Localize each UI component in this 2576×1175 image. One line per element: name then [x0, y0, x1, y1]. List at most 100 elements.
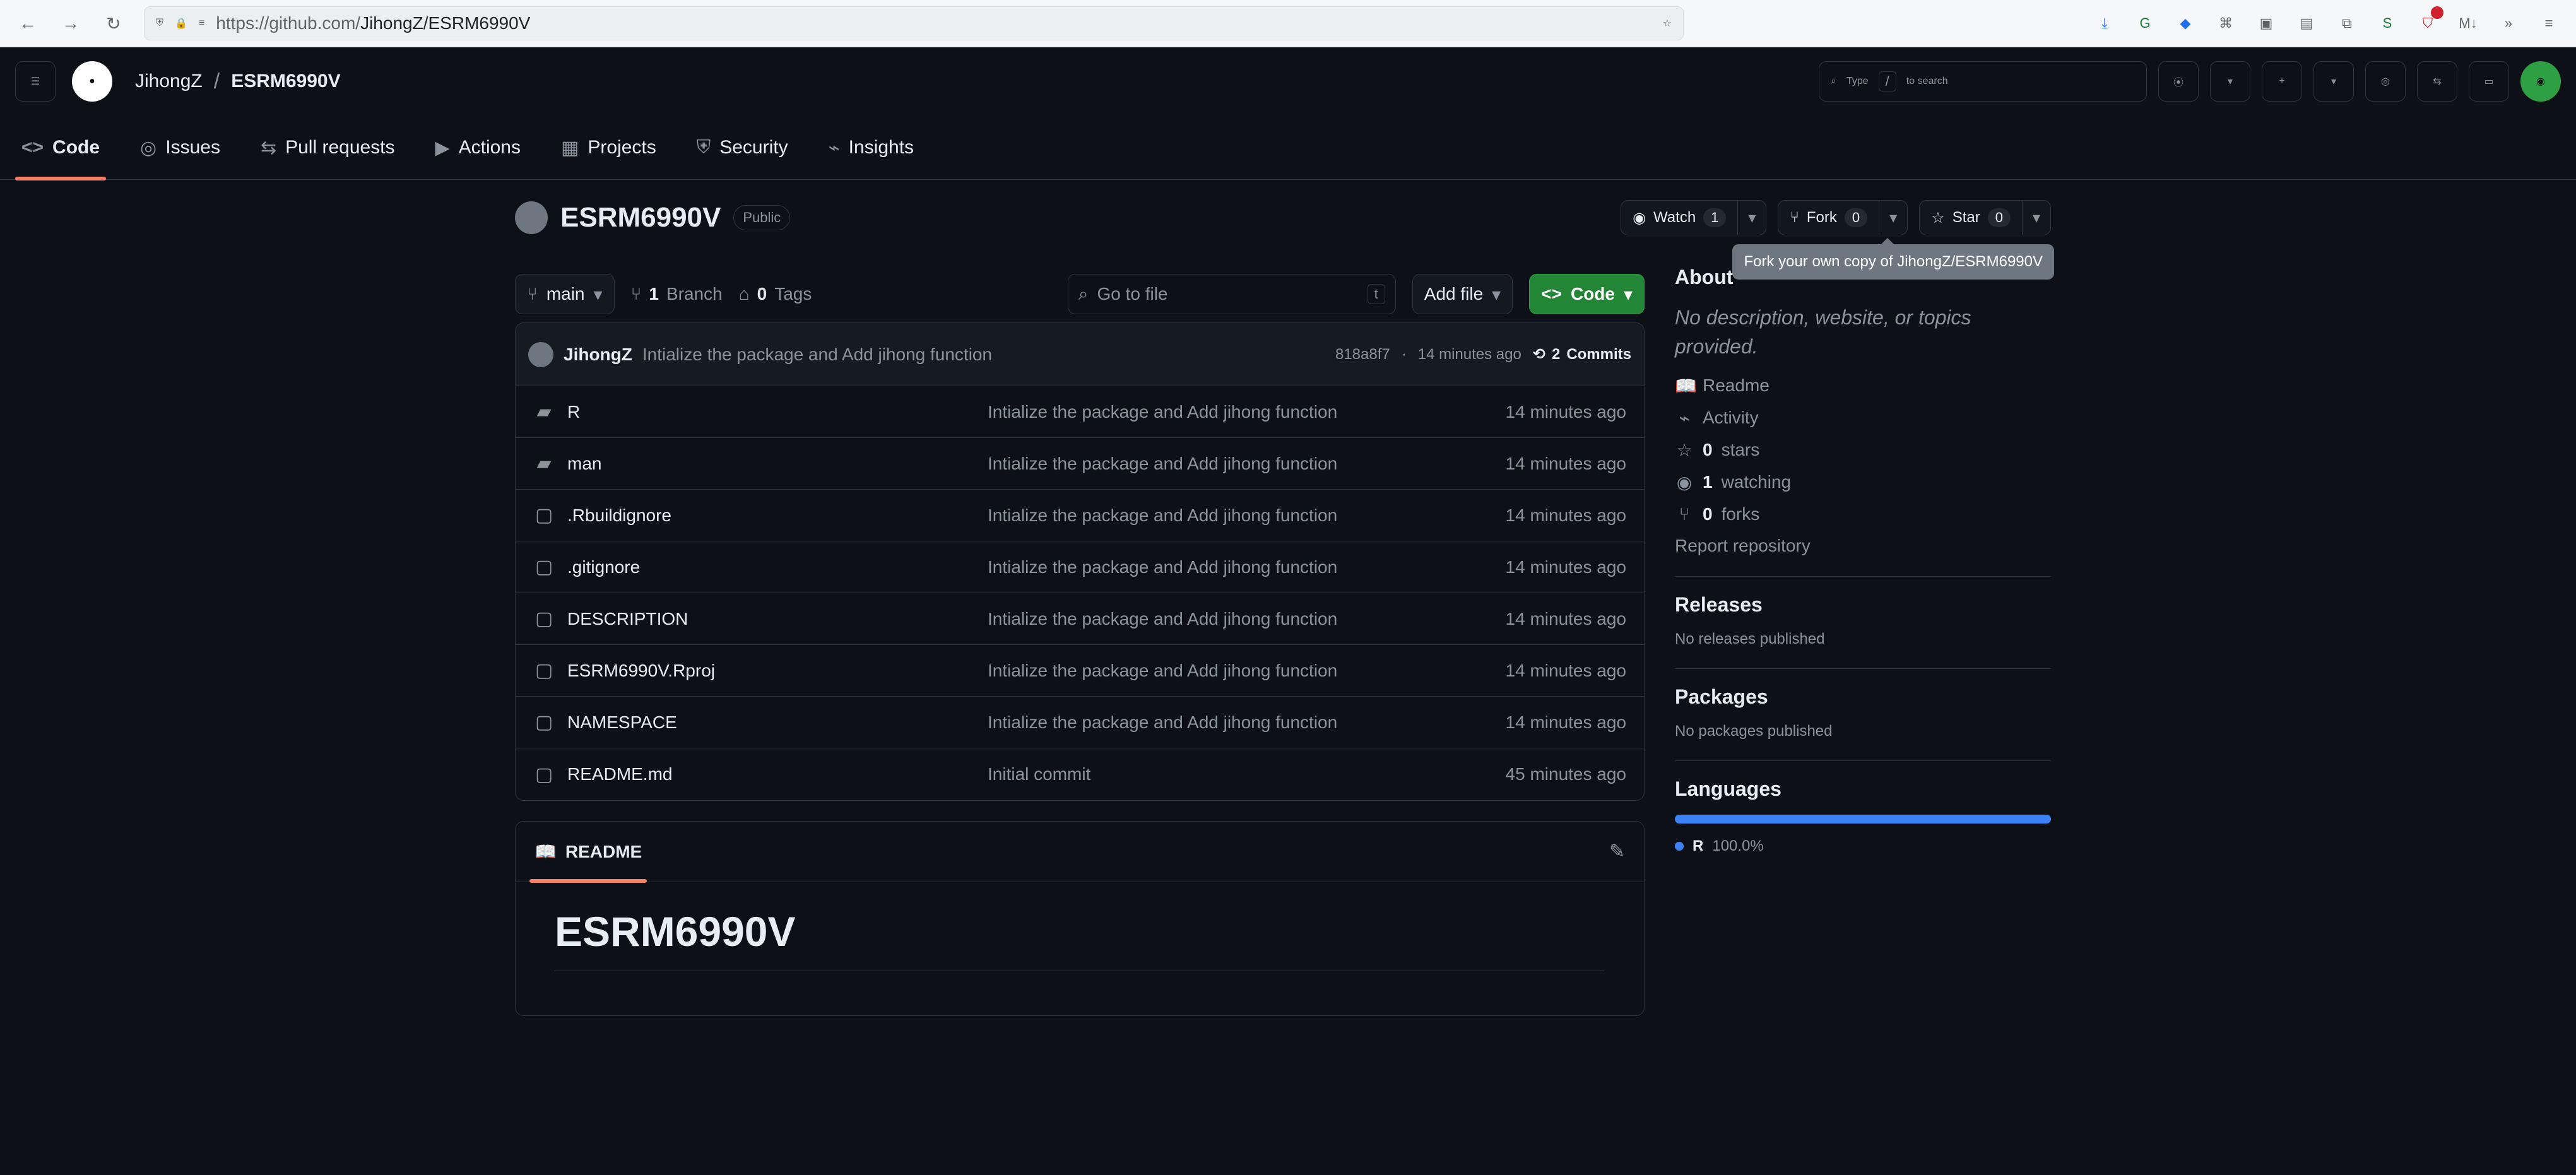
repo-owner-avatar[interactable]	[515, 201, 548, 234]
github-logo-icon[interactable]: ●	[72, 61, 112, 102]
bookmark-star-icon[interactable]: ☆	[1663, 17, 1672, 30]
file-commit-message[interactable]: Intialize the package and Add jihong fun…	[988, 712, 1462, 733]
menu-icon[interactable]: ≡	[2537, 11, 2561, 35]
ublock-icon[interactable]: ⛉	[2416, 6, 2443, 35]
address-bar[interactable]: ⛨ 🔒 ≡ https://github.com/JihongZ/ESRM699…	[144, 6, 1684, 40]
tab-code[interactable]: <> Code	[15, 115, 107, 180]
table-row[interactable]: ▢ .gitignore Intialize the package and A…	[516, 541, 1644, 593]
table-row[interactable]: ▰ man Intialize the package and Add jiho…	[516, 438, 1644, 490]
puzzle-icon[interactable]: ⧉	[2335, 11, 2359, 35]
owner-link[interactable]: JihongZ	[135, 71, 203, 92]
file-name[interactable]: man	[567, 454, 601, 474]
about-watching-link[interactable]: ◉ 1 watching	[1675, 472, 2051, 493]
readme-tab[interactable]: 📖 README	[529, 822, 647, 883]
copilot-menu-chevron-icon[interactable]: ▾	[2210, 61, 2250, 102]
commit-user[interactable]: JihongZ	[564, 345, 632, 365]
download-icon[interactable]: ⤓	[2093, 11, 2117, 35]
graph-icon: ⌁	[828, 137, 840, 158]
more-tools-icon[interactable]: »	[2496, 11, 2520, 35]
watch-button[interactable]: ◉ Watch 1	[1621, 201, 1737, 235]
file-commit-message[interactable]: Intialize the package and Add jihong fun…	[988, 609, 1462, 629]
file-commit-message[interactable]: Intialize the package and Add jihong fun…	[988, 661, 1462, 681]
extension-diamond-icon[interactable]: ◆	[2173, 11, 2197, 35]
about-stars-link[interactable]: ☆ 0 stars	[1675, 440, 2051, 461]
table-row[interactable]: ▢ ESRM6990V.Rproj Intialize the package …	[516, 645, 1644, 697]
about-forks-link[interactable]: ⑂ 0 forks	[1675, 504, 2051, 524]
fork-dropdown-chevron-icon[interactable]: ▾	[1879, 201, 1907, 235]
about-readme-link[interactable]: 📖 Readme	[1675, 375, 2051, 396]
extension-box-icon[interactable]: ▣	[2254, 11, 2278, 35]
table-row[interactable]: ▢ DESCRIPTION Intialize the package and …	[516, 593, 1644, 645]
file-name[interactable]: R	[567, 402, 580, 422]
branch-selector[interactable]: ⑂ main ▾	[515, 274, 615, 314]
user-avatar[interactable]: ◉	[2520, 61, 2561, 102]
copilot-icon[interactable]: ⦿	[2158, 61, 2199, 102]
file-commit-message[interactable]: Intialize the package and Add jihong fun…	[988, 402, 1462, 422]
tab-insights[interactable]: ⌁ Insights	[822, 115, 920, 180]
tags-link[interactable]: ⌂ 0 Tags	[739, 284, 812, 304]
commit-hash[interactable]: 818a8f7	[1335, 346, 1390, 363]
watch-dropdown-chevron-icon[interactable]: ▾	[1737, 201, 1766, 235]
tab-security[interactable]: ⛨ Security	[690, 115, 795, 180]
file-commit-message[interactable]: Intialize the package and Add jihong fun…	[988, 557, 1462, 577]
pull-requests-icon[interactable]: ⇆	[2417, 61, 2457, 102]
add-file-button[interactable]: Add file ▾	[1412, 274, 1513, 314]
hamburger-icon[interactable]: ☰	[15, 61, 56, 102]
commit-message[interactable]: Intialize the package and Add jihong fun…	[642, 345, 992, 365]
key-icon[interactable]: ⌘	[2214, 11, 2238, 35]
about-activity-link[interactable]: ⌁ Activity	[1675, 408, 2051, 428]
star-dropdown-chevron-icon[interactable]: ▾	[2021, 201, 2050, 235]
file-name[interactable]: .Rbuildignore	[567, 505, 671, 526]
repo-link[interactable]: ESRM6990V	[231, 71, 340, 92]
file-name[interactable]: ESRM6990V.Rproj	[567, 661, 715, 681]
create-menu-chevron-icon[interactable]: ▾	[2313, 61, 2354, 102]
repo-name[interactable]: ESRM6990V	[560, 202, 721, 233]
releases-title[interactable]: Releases	[1675, 593, 2051, 617]
create-new-icon[interactable]: +	[2262, 61, 2302, 102]
watch-button-group[interactable]: ◉ Watch 1 ▾	[1621, 200, 1767, 235]
fork-button[interactable]: ⑂ Fork 0	[1778, 201, 1879, 235]
file-commit-message[interactable]: Intialize the package and Add jihong fun…	[988, 505, 1462, 526]
watch-label: Watch	[1653, 209, 1696, 226]
star-button-group[interactable]: ☆ Star 0 ▾	[1919, 200, 2051, 235]
star-button[interactable]: ☆ Star 0	[1920, 201, 2022, 235]
go-to-file[interactable]: ⌕ Go to file t	[1067, 274, 1396, 314]
edit-pencil-icon[interactable]: ✎	[1609, 841, 1625, 863]
markdown-icon[interactable]: M↓	[2456, 11, 2480, 35]
file-name[interactable]: README.md	[567, 764, 672, 784]
global-search[interactable]: ⌕ Type / to search	[1819, 61, 2147, 102]
inbox-icon[interactable]: ▭	[2469, 61, 2509, 102]
table-row[interactable]: ▰ R Intialize the package and Add jihong…	[516, 386, 1644, 438]
table-row[interactable]: ▢ .Rbuildignore Intialize the package an…	[516, 490, 1644, 541]
star-icon: ☆	[1676, 440, 1693, 460]
extension-s-icon[interactable]: S	[2375, 11, 2399, 35]
grammarly-icon[interactable]: G	[2133, 11, 2157, 35]
file-name[interactable]: NAMESPACE	[567, 712, 677, 733]
commit-avatar[interactable]	[528, 341, 553, 367]
back-icon[interactable]: ←	[15, 11, 40, 36]
tab-actions[interactable]: ▶ Actions	[429, 115, 527, 180]
fork-button-group[interactable]: ⑂ Fork 0 ▾	[1778, 200, 1908, 235]
about-section: About No description, website, or topics…	[1675, 266, 2051, 577]
issues-icon[interactable]: ◎	[2365, 61, 2406, 102]
reader-icon[interactable]: ▤	[2295, 11, 2319, 35]
tab-pull-requests[interactable]: ⇆ Pull requests	[254, 115, 401, 180]
reload-icon[interactable]: ↻	[101, 11, 126, 36]
table-row[interactable]: ▢ README.md Initial commit 45 minutes ag…	[516, 748, 1644, 800]
table-row[interactable]: ▢ NAMESPACE Intialize the package and Ad…	[516, 697, 1644, 748]
packages-title[interactable]: Packages	[1675, 685, 2051, 709]
commits-link[interactable]: ⟲ 2 Commits	[1533, 345, 1631, 363]
forward-icon[interactable]: →	[58, 11, 83, 36]
file-name[interactable]: .gitignore	[567, 557, 640, 577]
go-to-file-shortcut: t	[1367, 283, 1385, 305]
tab-issues[interactable]: ◎ Issues	[134, 115, 227, 180]
file-commit-message[interactable]: Initial commit	[988, 764, 1462, 784]
file-commit-message[interactable]: Intialize the package and Add jihong fun…	[988, 454, 1462, 474]
tab-projects[interactable]: ▦ Projects	[555, 115, 663, 180]
branch-name: main	[546, 284, 585, 304]
code-button[interactable]: <> Code ▾	[1529, 274, 1645, 314]
report-repository-link[interactable]: Report repository	[1675, 536, 2051, 556]
branches-link[interactable]: ⑂ 1 Branch	[631, 284, 723, 304]
file-name-cell: ▢ .gitignore	[533, 556, 988, 578]
file-name[interactable]: DESCRIPTION	[567, 609, 688, 629]
